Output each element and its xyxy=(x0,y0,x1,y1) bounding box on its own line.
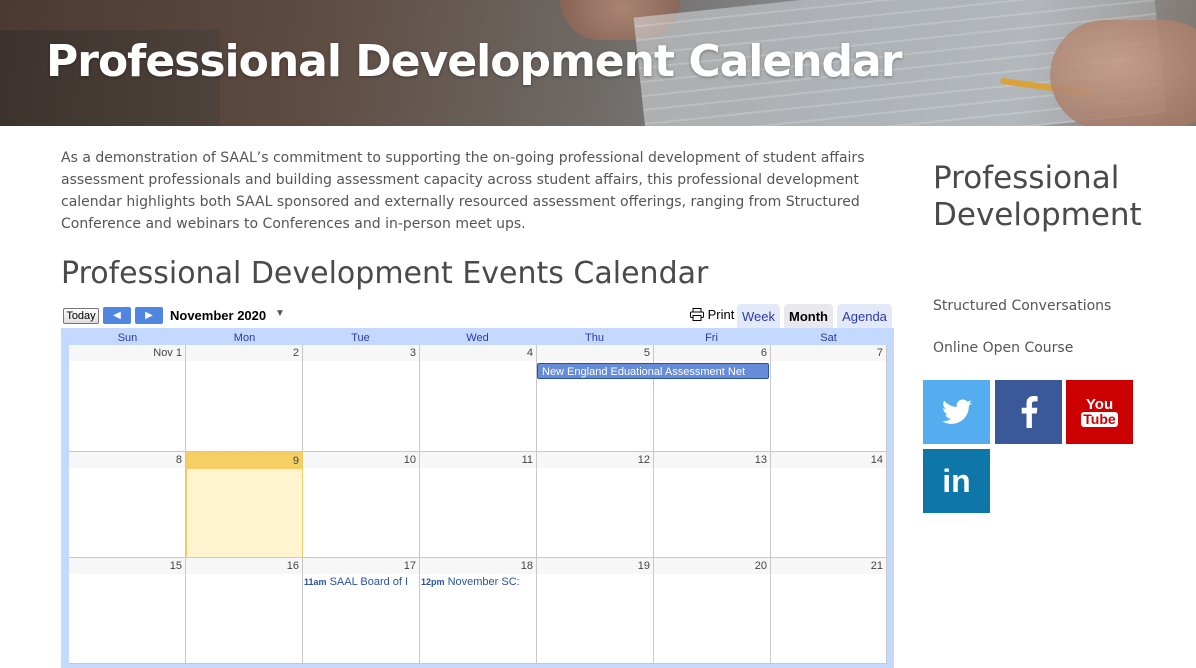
event-title: November SC: xyxy=(447,576,520,588)
day-number: 16 xyxy=(286,560,299,572)
event-new-england-assessment[interactable]: New England Eduational Assessment Net xyxy=(537,363,769,379)
calendar-heading: Professional Development Events Calendar xyxy=(61,256,709,291)
day-number: 13 xyxy=(754,454,767,466)
event-time: 12pm xyxy=(421,577,445,587)
sidebar-link-online-open-course[interactable]: Online Open Course xyxy=(933,340,1073,356)
day-cell[interactable]: 2 xyxy=(186,345,303,452)
next-month-button[interactable]: ▶ xyxy=(135,307,163,324)
chevron-down-icon[interactable]: ▼ xyxy=(275,308,285,319)
youtube-logo-tube: Tube xyxy=(1081,411,1118,427)
facebook-button[interactable] xyxy=(995,380,1062,444)
day-cell[interactable]: 19 xyxy=(537,558,654,664)
linkedin-button[interactable]: in xyxy=(923,449,990,513)
linkedin-icon: in xyxy=(942,462,971,499)
youtube-button[interactable]: You Tube xyxy=(1066,380,1133,444)
day-header-tue: Tue xyxy=(351,332,370,344)
printer-icon xyxy=(690,307,708,322)
day-number: 12 xyxy=(637,454,650,466)
day-number: 4 xyxy=(526,347,533,359)
events-calendar: Today ◀ ▶ November 2020 ▼ Print Week Mon… xyxy=(61,304,894,668)
day-header-sat: Sat xyxy=(820,332,837,344)
month-label: November 2020 xyxy=(170,308,267,323)
tab-agenda[interactable]: Agenda xyxy=(837,304,892,328)
right-arrow-icon: ▶ xyxy=(145,310,153,321)
calendar-toolbar: Today ◀ ▶ November 2020 ▼ Print Week Mon… xyxy=(61,304,894,330)
day-cell[interactable]: 6 xyxy=(654,345,771,452)
print-button[interactable]: Print xyxy=(690,307,734,322)
day-number: 11 xyxy=(521,454,533,466)
youtube-icon: You Tube xyxy=(1081,396,1118,427)
day-header-thu: Thu xyxy=(585,332,604,344)
today-button[interactable]: Today xyxy=(63,308,99,324)
left-arrow-icon: ◀ xyxy=(113,310,121,321)
tab-week[interactable]: Week xyxy=(737,304,780,328)
hero-banner: Professional Development Calendar xyxy=(0,0,1196,126)
event-november-sc[interactable]: 12pm November SC: xyxy=(421,576,535,588)
day-number: 6 xyxy=(760,347,767,359)
day-number: 15 xyxy=(169,560,182,572)
day-header-fri: Fri xyxy=(705,332,718,344)
sidebar-link-structured-conversations[interactable]: Structured Conversations xyxy=(933,298,1111,314)
day-header-wed: Wed xyxy=(466,332,489,344)
sidebar-title: Professional Development xyxy=(933,160,1142,233)
event-time: 11am xyxy=(304,577,327,587)
twitter-button[interactable] xyxy=(923,380,990,444)
day-number: 9 xyxy=(292,455,299,467)
day-cell-today[interactable]: 9 xyxy=(186,452,303,558)
day-cell[interactable]: 17 xyxy=(303,558,420,664)
day-cell[interactable]: 15 xyxy=(69,558,186,664)
day-number: Nov 1 xyxy=(153,347,182,359)
day-cell[interactable]: Nov 1 xyxy=(69,345,186,452)
event-title: SAAL Board of I xyxy=(329,576,409,588)
intro-paragraph: As a demonstration of SAAL’s commitment … xyxy=(61,150,865,232)
day-number: 20 xyxy=(754,560,767,572)
calendar-grid: Sun Mon Tue Wed Thu Fri Sat Nov 1 2 3 4 … xyxy=(61,328,894,668)
day-cell[interactable]: 10 xyxy=(303,452,420,558)
day-number: 3 xyxy=(409,347,416,359)
twitter-icon xyxy=(941,399,972,425)
day-number: 5 xyxy=(643,347,650,359)
day-cell[interactable]: 14 xyxy=(771,452,887,558)
facebook-icon xyxy=(1020,396,1038,428)
day-number: 2 xyxy=(292,347,299,359)
day-cell[interactable]: 8 xyxy=(69,452,186,558)
day-cell[interactable]: 4 xyxy=(420,345,537,452)
day-number: 7 xyxy=(876,347,883,359)
day-cell[interactable]: 5 xyxy=(537,345,654,452)
page-title: Professional Development Calendar xyxy=(46,36,902,87)
youtube-logo-you: You xyxy=(1085,396,1114,413)
day-number: 19 xyxy=(637,560,650,572)
day-number: 10 xyxy=(403,454,416,466)
day-number: 17 xyxy=(403,560,416,572)
day-cell[interactable]: 7 xyxy=(771,345,887,452)
day-cell[interactable]: 18 xyxy=(420,558,537,664)
day-cell[interactable]: 21 xyxy=(771,558,887,664)
day-cell[interactable]: 16 xyxy=(186,558,303,664)
day-number: 8 xyxy=(175,454,182,466)
day-cell[interactable]: 3 xyxy=(303,345,420,452)
tab-month[interactable]: Month xyxy=(784,304,833,328)
day-number: 14 xyxy=(870,454,883,466)
day-header-mon: Mon xyxy=(233,332,256,344)
day-cell[interactable]: 11 xyxy=(420,452,537,558)
hero-photo-hand-right xyxy=(1050,20,1196,126)
day-cell[interactable]: 12 xyxy=(537,452,654,558)
prev-month-button[interactable]: ◀ xyxy=(103,307,131,324)
day-number: 18 xyxy=(520,560,533,572)
day-header-sun: Sun xyxy=(117,332,138,344)
day-cell[interactable]: 20 xyxy=(654,558,771,664)
day-number: 21 xyxy=(870,560,883,572)
day-cell[interactable]: 13 xyxy=(654,452,771,558)
print-label: Print xyxy=(707,307,735,322)
event-saal-board[interactable]: 11am SAAL Board of I xyxy=(304,576,418,588)
